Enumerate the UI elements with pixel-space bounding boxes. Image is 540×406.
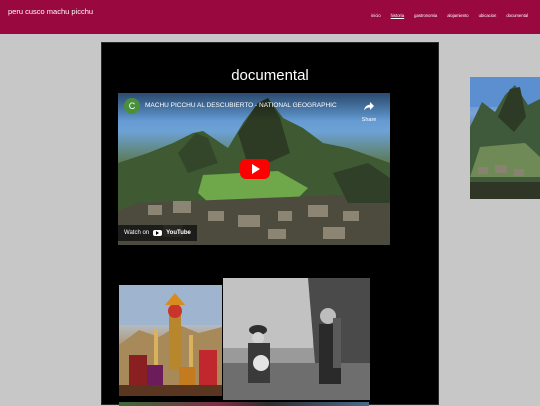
machu-picchu-side-photo — [470, 77, 540, 199]
nav-item-gastronomia[interactable]: gastronomia — [414, 13, 437, 18]
share-label: Share — [361, 117, 377, 123]
youtube-icon — [153, 230, 163, 236]
main-nav: inicio historia gastronomia alojamiento … — [361, 13, 528, 18]
video-embed[interactable]: C MACHU PICCHU AL DESCUBIERTO - NATIONAL… — [118, 93, 390, 245]
video-title[interactable]: MACHU PICCHU AL DESCUBIERTO - NATIONAL G… — [145, 102, 337, 109]
watch-on-youtube-button[interactable]: Watch on YouTube — [118, 225, 197, 241]
nav-item-historia[interactable]: historia — [391, 13, 405, 18]
nav-item-inicio[interactable]: inicio — [371, 13, 381, 18]
share-icon — [364, 102, 374, 111]
play-icon[interactable] — [240, 159, 270, 179]
nav-item-alojamiento[interactable]: alojamiento — [447, 13, 468, 18]
content-panel: documental C MACHU PICCHU AL DESCUBIERTO… — [101, 42, 439, 406]
site-title[interactable]: peru cusco machu picchu — [8, 7, 93, 16]
historic-explorers-photo — [223, 278, 370, 400]
page-title: documental — [231, 67, 309, 84]
nav-item-documental[interactable]: documental — [506, 13, 528, 18]
inca-festival-photo — [119, 285, 222, 396]
youtube-wordmark: YouTube — [166, 230, 191, 236]
more-photos-strip — [119, 402, 369, 406]
watch-on-label: Watch on — [124, 230, 150, 236]
site-header: peru cusco machu picchu inicio historia … — [0, 0, 540, 34]
share-button[interactable]: Share — [358, 98, 380, 123]
channel-avatar[interactable]: C — [124, 98, 140, 114]
nav-item-ubicacion[interactable]: ubicacion — [479, 13, 497, 18]
